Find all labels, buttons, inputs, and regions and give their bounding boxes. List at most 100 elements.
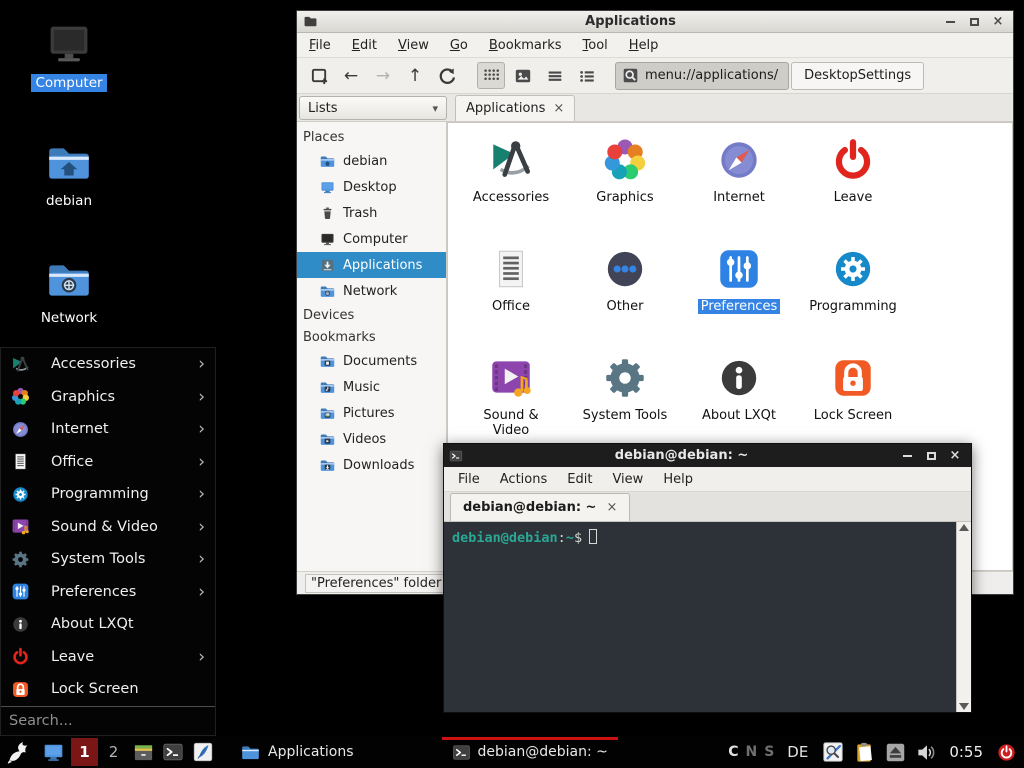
num-lock-indicator[interactable]: N (745, 744, 757, 760)
minimize-button[interactable] (900, 449, 914, 463)
sidebar-mode-combobox[interactable]: Lists ▾ (299, 96, 447, 120)
forward-button[interactable]: → (369, 62, 397, 89)
menu-tool[interactable]: Tool (583, 38, 608, 53)
menu-item-about-lxqt[interactable]: About LXQt (1, 608, 215, 641)
tab-close-icon[interactable]: × (553, 101, 564, 116)
reload-button[interactable] (433, 62, 461, 89)
workspace-2-button[interactable]: 2 (100, 738, 127, 766)
new-tab-button[interactable] (305, 62, 333, 89)
launcher-terminal[interactable] (158, 736, 188, 768)
scroll-lock-indicator[interactable]: S (764, 744, 774, 760)
caps-lock-indicator[interactable]: C (728, 744, 738, 760)
menu-item-programming[interactable]: Programming › (1, 478, 215, 511)
app-about-lxqt[interactable]: About LXQt (682, 349, 796, 458)
sidebar-item-computer[interactable]: Computer (297, 226, 446, 252)
sound-video-icon (10, 516, 31, 537)
menu-help[interactable]: Help (629, 38, 659, 53)
app-category-graphics[interactable]: Graphics (568, 131, 682, 240)
menu-edit[interactable]: Edit (352, 38, 377, 53)
up-button[interactable]: ↑ (401, 62, 429, 89)
menu-file[interactable]: File (309, 38, 331, 53)
terminal-screen[interactable]: debian@debian:~$ (444, 522, 956, 712)
icon-view-button[interactable] (477, 62, 505, 89)
tab-close-icon[interactable]: × (606, 500, 617, 515)
menu-item-office[interactable]: Office › (1, 446, 215, 479)
menu-item-graphics[interactable]: Graphics › (1, 381, 215, 414)
title-bar[interactable]: Applications × (297, 11, 1013, 33)
thumbnail-view-button[interactable] (509, 62, 537, 89)
app-lock-screen[interactable]: Lock Screen (796, 349, 910, 458)
show-desktop-button[interactable] (36, 736, 70, 768)
screenshot-tray-icon[interactable] (821, 740, 845, 764)
menu-item-sound-video[interactable]: Sound & Video › (1, 511, 215, 544)
menu-file[interactable]: File (458, 472, 480, 487)
menu-go[interactable]: Go (450, 38, 468, 53)
tab-applications[interactable]: Applications × (455, 95, 575, 121)
desktop-settings-button[interactable]: DesktopSettings (791, 62, 924, 90)
app-category-internet[interactable]: Internet (682, 131, 796, 240)
close-button[interactable]: × (948, 449, 962, 463)
menu-edit[interactable]: Edit (567, 472, 592, 487)
back-button[interactable]: ← (337, 62, 365, 89)
clock[interactable]: 0:55 (949, 743, 983, 761)
menu-view[interactable]: View (398, 38, 429, 53)
sidebar-item-network[interactable]: Network (297, 278, 446, 304)
start-menu-button[interactable] (0, 736, 36, 768)
submenu-arrow-icon: › (198, 647, 205, 667)
detailed-view-button[interactable] (573, 62, 601, 89)
app-category-system-tools[interactable]: System Tools (568, 349, 682, 458)
app-category-sound-video[interactable]: Sound & Video (454, 349, 568, 458)
sidebar-item-trash[interactable]: Trash (297, 200, 446, 226)
menu-item-accessories[interactable]: Accessories › (1, 348, 215, 381)
sidebar-item-debian[interactable]: debian (297, 148, 446, 174)
terminal-tab[interactable]: debian@debian: ~ × (450, 493, 630, 521)
scrollbar[interactable] (956, 522, 971, 712)
menu-item-lock-screen[interactable]: Lock Screen (1, 673, 215, 706)
app-category-leave[interactable]: Leave (796, 131, 910, 240)
launcher-file-manager[interactable] (128, 736, 158, 768)
menu-item-preferences[interactable]: Preferences › (1, 576, 215, 609)
maximize-button[interactable] (967, 15, 981, 29)
app-category-preferences[interactable]: Preferences (682, 240, 796, 349)
menu-actions[interactable]: Actions (500, 472, 548, 487)
minimize-button[interactable] (943, 15, 957, 29)
menu-view[interactable]: View (612, 472, 643, 487)
sidebar-item-pictures[interactable]: Pictures (297, 400, 446, 426)
task-applications[interactable]: Applications (230, 736, 364, 768)
removable-media-tray-icon[interactable] (883, 740, 907, 764)
desktop-icon-computer[interactable]: Computer (21, 18, 117, 92)
maximize-button[interactable] (924, 449, 938, 463)
scroll-up-icon[interactable] (959, 524, 969, 531)
sidebar-item-documents[interactable]: Documents (297, 348, 446, 374)
app-category-programming[interactable]: Programming (796, 240, 910, 349)
app-category-accessories[interactable]: Accessories (454, 131, 568, 240)
workspace-1-button[interactable]: 1 (71, 738, 98, 766)
scroll-down-icon[interactable] (959, 703, 969, 710)
app-category-office[interactable]: Office (454, 240, 568, 349)
sidebar-item-music[interactable]: Music (297, 374, 446, 400)
sidebar-item-videos[interactable]: Videos (297, 426, 446, 452)
menu-bookmarks[interactable]: Bookmarks (489, 38, 562, 53)
address-current-button[interactable]: menu://applications/ (615, 62, 789, 90)
menu-item-internet[interactable]: Internet › (1, 413, 215, 446)
keyboard-layout-indicator[interactable]: DE (787, 743, 808, 761)
search-input[interactable]: Search... (1, 706, 215, 736)
sidebar-item-downloads[interactable]: Downloads (297, 452, 446, 478)
close-button[interactable]: × (991, 15, 1005, 29)
sidebar-item-desktop[interactable]: Desktop (297, 174, 446, 200)
volume-tray-icon[interactable] (914, 740, 938, 764)
app-category-other[interactable]: Other (568, 240, 682, 349)
menu-item-system-tools[interactable]: System Tools › (1, 543, 215, 576)
desktop-icon-debian[interactable]: debian (21, 138, 117, 210)
menu-help[interactable]: Help (663, 472, 693, 487)
task-terminal[interactable]: debian@debian: ~ (442, 736, 618, 768)
launcher-featherpad[interactable] (188, 736, 218, 768)
leave-button[interactable] (994, 740, 1018, 764)
detailed-view-icon (578, 67, 596, 85)
sidebar-item-applications[interactable]: Applications (297, 252, 446, 278)
menu-item-leave[interactable]: Leave › (1, 641, 215, 674)
clipboard-tray-icon[interactable] (852, 740, 876, 764)
desktop-icon-network[interactable]: Network (21, 255, 117, 327)
compact-view-button[interactable] (541, 62, 569, 89)
title-bar[interactable]: debian@debian: ~ × (444, 444, 971, 467)
